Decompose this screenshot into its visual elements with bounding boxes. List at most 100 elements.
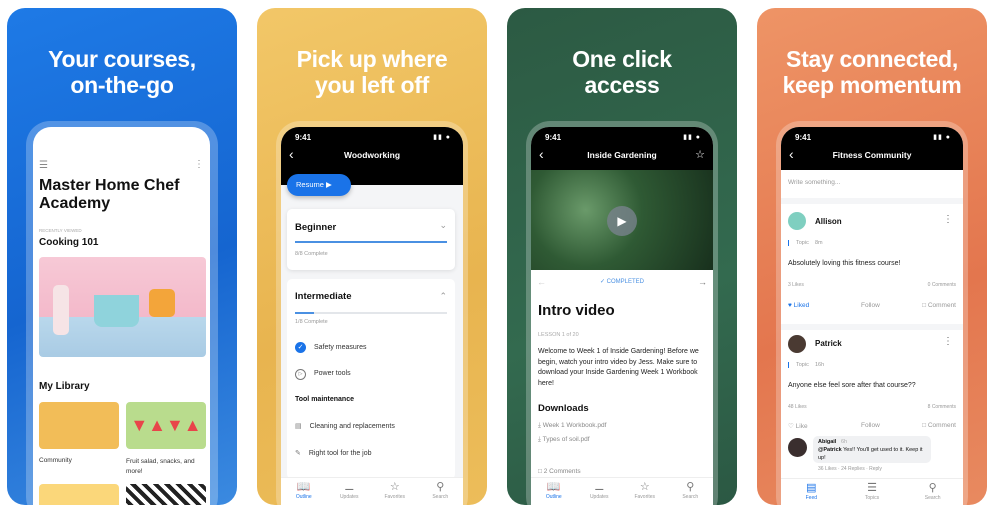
follow-button[interactable]: Follow [861,302,880,309]
section-title[interactable]: Intermediate [295,291,352,302]
star-icon: ☆ [639,481,650,493]
heart-outline-icon: ♡ [788,423,794,430]
resume-button[interactable]: Resume ▶ [287,174,351,196]
tab-search[interactable]: ⚲ Search [418,478,464,505]
phone-screen: 9:41 ▮▮ ● ‹ Fitness Community Write some… [781,127,963,505]
lesson-item[interactable]: ✓ Safety measures [295,342,367,353]
list-icon: ☰ [867,482,877,494]
download-item[interactable]: ⤓ Week 1 Workbook.pdf [538,422,606,430]
downloads-heading: Downloads [538,403,589,414]
heart-icon: ♥ [788,302,792,309]
kebab-icon[interactable]: ⋮ [194,159,204,170]
nav-header: 9:41 ▮▮ ● ‹ Inside Gardening ☆ [531,127,713,170]
comments-link[interactable]: □ 2 Comments [538,468,581,475]
comment-icon: □ [922,422,926,429]
library-item-label: Community [39,457,72,464]
tab-favorites[interactable]: ☆ Favorites [372,478,418,505]
search-icon: ⚲ [686,481,695,493]
post-meta: Topic 8m [788,240,823,246]
tab-search[interactable]: ⚲ Search [668,478,714,505]
tab-topics[interactable]: ☰ Topics [842,479,903,505]
download-item[interactable]: ⤓ Types of soil.pdf [538,436,590,444]
video-player[interactable]: ▶ [531,170,713,270]
post-text: Anyone else feel sore after that course?… [788,382,916,389]
post-text: Absolutely loving this fitness course! [788,260,901,267]
likes-count[interactable]: 48 Likes [788,404,807,410]
headline: One click access [572,46,672,98]
phone-screen: 9:41 ▮▮ ● ‹ Woodworking Resume ▶ Beginne… [281,127,463,505]
library-tile[interactable] [39,484,119,505]
nav-title: Inside Gardening [587,150,657,160]
course-image[interactable] [39,257,206,357]
lesson-item[interactable]: ▤ Cleaning and replacements [295,422,395,430]
hamburger-icon[interactable]: ☰ [39,160,48,171]
pot-shape [94,295,139,327]
play-icon[interactable]: ▶ [607,206,637,236]
author-name[interactable]: Patrick [815,339,842,348]
book-icon: 📖 [546,481,561,493]
bell-icon: ⚊ [344,481,355,493]
lesson-meta: LESSON 1 of 20 [538,332,579,338]
reply-bubble: Abigail 6h @Patrick Yes!! You'll get use… [813,436,931,463]
status-time: 9:41 [295,133,312,142]
tab-search[interactable]: ⚲ Search [902,479,963,505]
chevron-up-icon[interactable]: ⌃ [439,291,447,302]
jar-shape [149,289,175,317]
post-card: Allison ⋮ Topic 8m Absolutely loving thi… [781,204,963,324]
library-tile-fruit[interactable]: ▼▲▼▲ [126,402,206,449]
search-icon: ⚲ [928,482,937,494]
avatar[interactable] [788,212,806,230]
check-circle-icon: ✓ [295,342,306,353]
progress-bar [295,241,447,243]
lesson-title: Intro video [538,302,615,319]
tab-bar: ▤ Feed ☰ Topics ⚲ Search [781,478,963,505]
avatar[interactable] [788,335,806,353]
panel-courses: Your courses, on-the-go ☰ ⋮ Master Home C… [7,8,237,505]
completed-status: ✓ COMPLETED [599,279,645,285]
tab-favorites[interactable]: ☆ Favorites [622,478,668,505]
tab-outline[interactable]: 📖 Outline [531,478,577,505]
phone-screen: ☰ ⋮ Master Home Chef Academy RECENTLY VI… [33,127,210,505]
likes-count[interactable]: 3 Likes [788,282,804,288]
tab-bar: 📖 Outline ⚊ Updates ☆ Favorites ⚲ Search [531,477,713,505]
tab-updates[interactable]: ⚊ Updates [327,478,373,505]
compose-input[interactable]: Write something... [781,170,963,198]
book-icon: 📖 [296,481,311,493]
follow-button[interactable]: Follow [861,422,880,429]
play-circle-icon: ▷ [295,369,306,380]
avatar[interactable] [788,438,807,457]
status-icons: ▮▮ ● [933,134,951,141]
library-item-label: Fruit salad, snacks, and more! [126,458,195,475]
status-icons: ▮▮ ● [683,134,701,141]
lesson-item[interactable]: ✎ Right tool for the job [295,449,372,457]
comment-icon: □ [922,302,926,309]
next-arrow-icon[interactable]: → [698,277,707,287]
kebab-icon[interactable]: ⋮ [943,336,953,347]
tab-feed[interactable]: ▤ Feed [781,479,842,505]
comments-count[interactable]: 0 Comments [928,282,956,288]
star-icon: ☆ [389,481,400,493]
section-beginner[interactable]: Beginner ⌄ 8/8 Complete [287,209,455,270]
chevron-down-icon[interactable]: ⌄ [439,220,447,231]
reply-author[interactable]: Abigail [818,439,836,445]
nav-header: 9:41 ▮▮ ● ‹ Fitness Community [781,127,963,170]
tab-updates[interactable]: ⚊ Updates [577,478,623,505]
status-time: 9:41 [795,133,812,142]
author-name[interactable]: Allison [815,217,842,226]
lesson-item[interactable]: ▷ Power tools [295,369,351,380]
tab-outline[interactable]: 📖 Outline [281,478,327,505]
progress-bar [295,312,447,314]
tab-bar: 📖 Outline ⚊ Updates ☆ Favorites ⚲ Search [281,477,463,505]
comments-count[interactable]: 8 Comments [928,404,956,410]
reply-meta[interactable]: 36 Likes · 24 Replies · Reply [818,466,882,472]
mention[interactable]: @Patrick [818,447,842,453]
library-tile[interactable] [126,484,206,505]
library-tile-community[interactable] [39,402,119,449]
recent-course[interactable]: Cooking 101 [39,237,98,248]
comment-button[interactable]: □ Comment [922,422,956,429]
comment-button[interactable]: □ Comment [922,302,956,309]
kebab-icon[interactable]: ⋮ [943,214,953,225]
like-button[interactable]: ♥ Liked [788,302,809,309]
star-icon[interactable]: ☆ [695,148,705,161]
like-button[interactable]: ♡ Like [788,422,808,430]
